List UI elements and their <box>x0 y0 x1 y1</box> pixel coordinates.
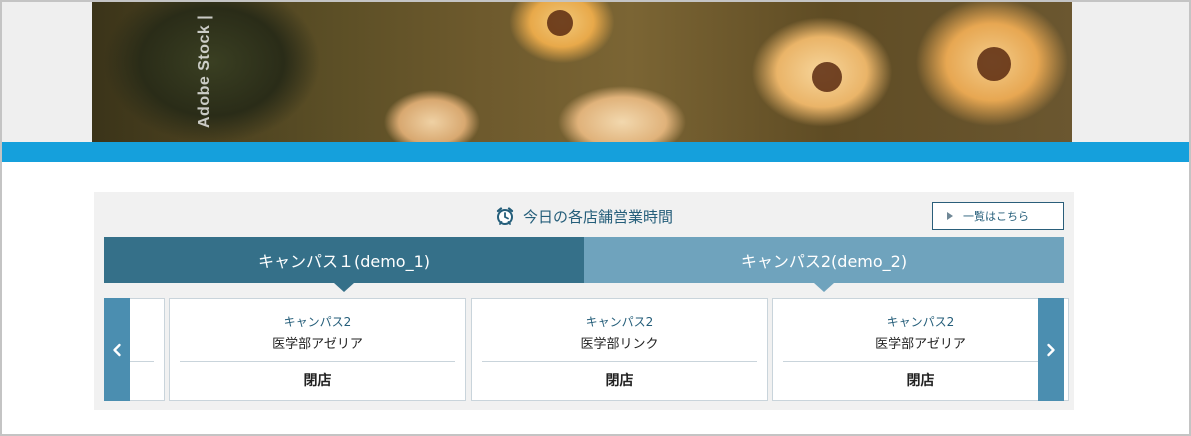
panel-title-text: 今日の各店舗営業時間 <box>522 207 673 226</box>
chevron-right-icon <box>1047 343 1055 356</box>
tab-campus-1[interactable]: キャンパス１(demo_1) <box>104 237 584 292</box>
store-card-partial <box>130 298 165 401</box>
page-frame: Adobe Stock | 今日の各店舗営業時間 一覧はこちら キャンパス１(d… <box>0 0 1191 436</box>
store-carousel: キャンパス2 医学部アゼリア 閉店 キャンパス2 医学部リンク 閉店 キャンパス… <box>104 298 1069 401</box>
card-divider <box>180 361 455 362</box>
accent-bar <box>2 142 1189 162</box>
view-list-button-label: 一覧はこちら <box>963 210 1029 223</box>
panel-title: 今日の各店舗営業時間 <box>94 204 1074 228</box>
store-campus: キャンパス2 <box>283 315 352 329</box>
store-name: 医学部アゼリア <box>875 337 966 352</box>
card-divider <box>783 361 1058 362</box>
chevron-left-icon <box>113 343 121 356</box>
store-name: 医学部アゼリア <box>272 337 363 352</box>
store-name: 医学部リンク <box>580 337 659 352</box>
alarm-clock-icon <box>495 206 515 226</box>
carousel-prev-button[interactable] <box>104 298 130 401</box>
tab-campus-2[interactable]: キャンパス2(demo_2) <box>584 237 1064 292</box>
store-campus: キャンパス2 <box>886 315 955 329</box>
tab-pointer <box>814 283 834 292</box>
hero-banner-image: Adobe Stock | <box>92 2 1072 142</box>
flower-center <box>547 10 573 36</box>
store-status: 閉店 <box>906 373 935 389</box>
store-status: 閉店 <box>303 373 332 389</box>
store-card[interactable]: キャンパス2 医学部リンク 閉店 <box>471 298 768 401</box>
business-hours-panel: 今日の各店舗営業時間 一覧はこちら キャンパス１(demo_1) キャンパス2(… <box>94 192 1074 410</box>
view-list-button[interactable]: 一覧はこちら <box>932 202 1064 230</box>
store-card[interactable]: キャンパス2 医学部アゼリア 閉店 <box>169 298 466 401</box>
store-card[interactable]: キャンパス2 医学部アゼリア 閉店 <box>772 298 1069 401</box>
flower-center <box>812 62 842 92</box>
store-status: 閉店 <box>605 373 634 389</box>
flower-center <box>977 47 1011 81</box>
card-divider <box>482 361 757 362</box>
campus-tabs: キャンパス１(demo_1) キャンパス2(demo_2) <box>104 237 1064 292</box>
tab-campus-1-label: キャンパス１(demo_1) <box>257 252 431 271</box>
hero-watermark: Adobe Stock | <box>196 14 213 128</box>
tab-campus-2-label: キャンパス2(demo_2) <box>740 252 908 271</box>
card-divider <box>130 361 154 362</box>
tab-pointer <box>334 283 354 292</box>
triangle-right-icon <box>947 212 953 220</box>
store-campus: キャンパス2 <box>585 315 654 329</box>
carousel-next-button[interactable] <box>1038 298 1064 401</box>
